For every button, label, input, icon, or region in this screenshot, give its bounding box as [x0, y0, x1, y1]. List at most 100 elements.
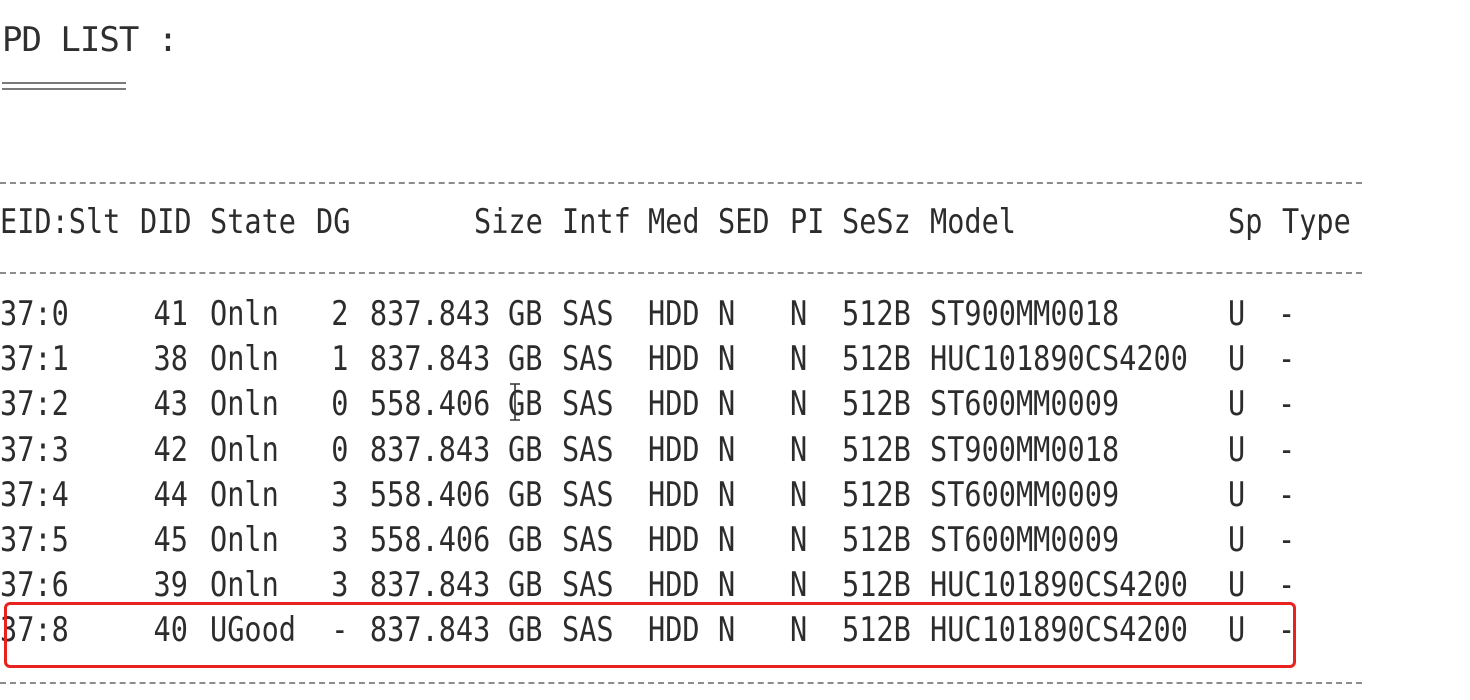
cell-did: 45 — [153, 520, 188, 560]
cell-size: 558.406 — [369, 474, 490, 515]
header-sed: SED — [718, 202, 770, 242]
cell-sp: U — [1228, 339, 1246, 380]
text-cursor-icon — [510, 383, 520, 421]
cell-med: HDD — [648, 565, 700, 606]
table-top-rule — [0, 182, 1362, 184]
cell-did: 38 — [153, 339, 188, 380]
highlight-box — [4, 602, 1296, 668]
header-eid-slt: EID:Slt — [0, 202, 121, 242]
header-state: State — [210, 202, 296, 242]
cell-model: HUC101890CS4200 — [930, 339, 1188, 380]
cell-intf: SAS — [562, 294, 614, 334]
header-dg: DG — [316, 202, 351, 242]
cell-sesz: 512B — [842, 339, 911, 380]
cell-sesz: 512B — [842, 429, 911, 470]
cell-state: Onln — [210, 339, 279, 380]
header-type: Type — [1282, 202, 1351, 242]
cell-unit: GB — [508, 474, 543, 515]
cell-intf: SAS — [562, 565, 614, 606]
cell-model: ST600MM0009 — [930, 520, 1120, 560]
cell-pi: N — [790, 520, 808, 560]
header-sp: Sp — [1228, 202, 1263, 242]
cell-unit: GB — [508, 565, 543, 606]
cell-did: 44 — [153, 474, 188, 515]
cell-model: ST600MM0009 — [930, 384, 1120, 425]
cell-did: 39 — [153, 565, 188, 606]
cell-did: 41 — [153, 294, 188, 334]
cell-intf: SAS — [562, 339, 614, 380]
cell-model: ST900MM0018 — [930, 429, 1120, 470]
cell-unit: GB — [508, 520, 543, 560]
cell-sesz: 512B — [842, 520, 911, 560]
cell-sp: U — [1228, 429, 1246, 470]
table-header-rule — [0, 272, 1362, 274]
cell-sp: U — [1228, 384, 1246, 425]
cell-state: Onln — [210, 474, 279, 515]
cell-pi: N — [790, 429, 808, 470]
cell-sesz: 512B — [842, 474, 911, 515]
table-row: 37:2 43 Onln 0 558.406 GB SAS HDD N N 512B ST600MM0… — [0, 382, 1370, 426]
cell-eid-slt: 37:3 — [0, 429, 69, 470]
cell-eid-slt: 37:0 — [0, 294, 69, 334]
cell-type: - — [1278, 384, 1296, 425]
cell-unit: GB — [508, 429, 543, 470]
table-row: 37:0 41 Onln 2 837.843 GB SAS HDD N N 512B ST900MM0… — [0, 292, 1370, 336]
cell-type: - — [1278, 294, 1296, 334]
cell-size: 558.406 — [369, 384, 490, 425]
cell-pi: N — [790, 339, 808, 380]
header-did: DID — [140, 202, 192, 242]
cell-med: HDD — [648, 294, 700, 334]
cell-sp: U — [1228, 520, 1246, 560]
header-med: Med — [648, 202, 700, 242]
cell-sed: N — [718, 565, 736, 606]
cell-state: Onln — [210, 520, 279, 560]
cell-med: HDD — [648, 429, 700, 470]
cell-did: 43 — [153, 384, 188, 425]
table-row: 37:5 45 Onln 3 558.406 GB SAS HDD N N 512B ST600MM0… — [0, 518, 1370, 562]
cell-pi: N — [790, 294, 808, 334]
cell-eid-slt: 37:1 — [0, 339, 69, 380]
cell-type: - — [1278, 565, 1296, 606]
cell-type: - — [1278, 339, 1296, 380]
table-header-row: EID:Slt DID State DG Size Intf Med SED P… — [0, 200, 1370, 244]
cell-dg: 3 — [330, 565, 348, 606]
cell-size: 837.843 — [369, 565, 490, 606]
page-title: PD LIST : — [2, 20, 178, 60]
cell-model: ST900MM0018 — [930, 294, 1120, 334]
cell-med: HDD — [648, 339, 700, 380]
cell-did: 42 — [153, 429, 188, 470]
cell-dg: 0 — [330, 429, 348, 470]
header-sesz: SeSz — [842, 202, 911, 242]
cell-unit: GB — [508, 339, 543, 380]
table-row: 37:6 39 Onln 3 837.843 GB SAS HDD N N 512B HUC10189… — [0, 563, 1370, 607]
cell-sesz: 512B — [842, 294, 911, 334]
cell-sed: N — [718, 520, 736, 560]
cell-size: 837.843 — [369, 429, 490, 470]
cell-sed: N — [718, 429, 736, 470]
table-bottom-rule — [0, 682, 1362, 684]
cell-state: Onln — [210, 384, 279, 425]
cell-size: 558.406 — [369, 520, 490, 560]
header-model: Model — [930, 202, 1016, 242]
cell-eid-slt: 37:6 — [0, 565, 69, 606]
cell-type: - — [1278, 474, 1296, 515]
cell-sp: U — [1228, 294, 1246, 334]
cell-dg: 1 — [330, 339, 348, 380]
cell-size: 837.843 — [369, 339, 490, 380]
cell-eid-slt: 37:2 — [0, 384, 69, 425]
cell-pi: N — [790, 565, 808, 606]
cell-pi: N — [790, 474, 808, 515]
cell-sed: N — [718, 339, 736, 380]
cell-unit: GB — [508, 294, 543, 334]
table-row: 37:1 38 Onln 1 837.843 GB SAS HDD N N 512B HUC10189… — [0, 337, 1370, 381]
cell-med: HDD — [648, 520, 700, 560]
cell-eid-slt: 37:4 — [0, 474, 69, 515]
cell-state: Onln — [210, 565, 279, 606]
table-row: 37:4 44 Onln 3 558.406 GB SAS HDD N N 512B ST600MM0… — [0, 473, 1370, 517]
cell-sed: N — [718, 384, 736, 425]
cell-dg: 3 — [330, 520, 348, 560]
cell-model: HUC101890CS4200 — [930, 565, 1188, 606]
header-size: Size — [474, 202, 543, 242]
cell-size: 837.843 — [369, 294, 490, 334]
header-pi: PI — [790, 202, 825, 242]
